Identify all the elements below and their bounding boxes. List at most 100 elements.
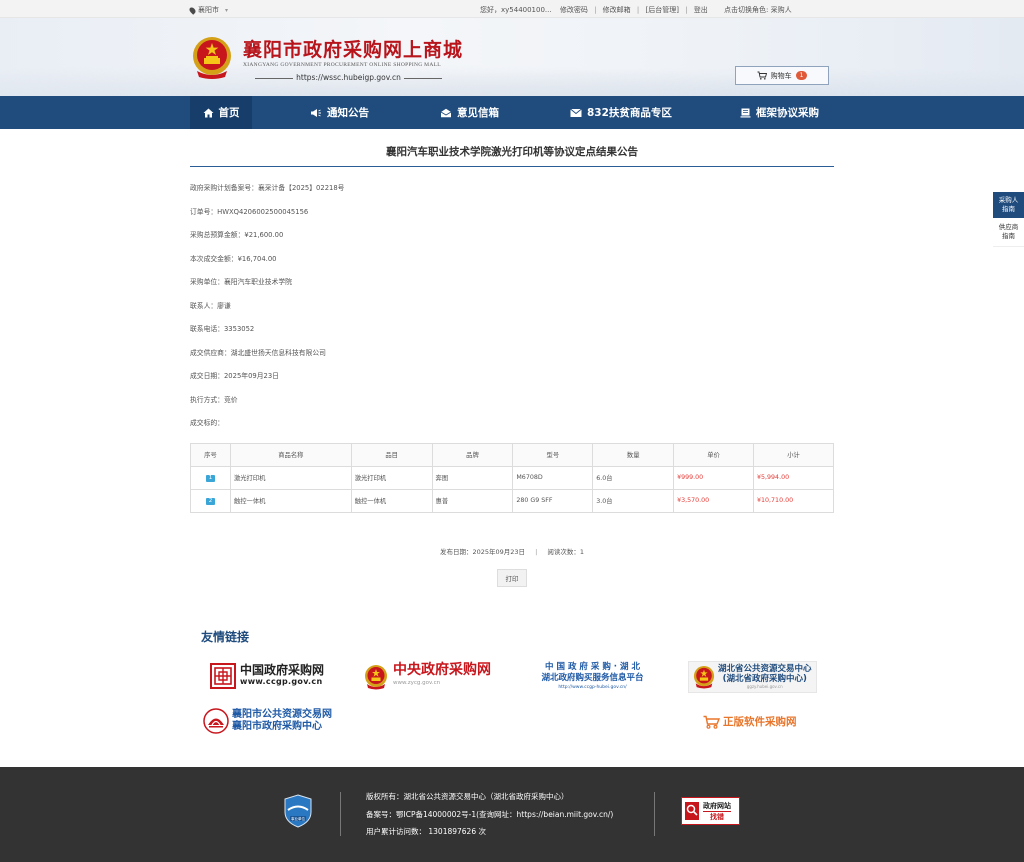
- link-xiangyang[interactable]: 襄阳市公共资源交易网 襄阳市政府采购中心: [203, 708, 332, 734]
- hbggzy-emblem-icon: [693, 666, 715, 689]
- gov-site-label: 政府网站: [703, 801, 731, 810]
- location-label: 襄阳市: [198, 6, 219, 14]
- table-cell: M6708D: [512, 465, 594, 490]
- hbggzy-line1: 湖北省公共资源交易中心: [718, 664, 812, 674]
- site-url: https://wssc.hubeigp.gov.cn: [243, 73, 454, 82]
- info-method: 执行方式：竞价: [190, 395, 238, 404]
- info-deal-amount: 本次成交金额：¥16,704.00: [190, 254, 277, 263]
- nav-notices[interactable]: 通知公告: [310, 96, 369, 129]
- link-hbggzy[interactable]: 湖北省公共资源交易中心 (湖北省政府采购中心) ggzy.hubei.gov.c…: [688, 661, 817, 693]
- col-header: 型号: [512, 442, 594, 467]
- cart-icon: [757, 71, 767, 80]
- table-cell: ¥3,570.00: [673, 488, 755, 513]
- xiangyang-logo-icon: [203, 708, 229, 734]
- zycg-emblem-icon: [365, 665, 387, 690]
- table-cell: 6.0台: [592, 465, 675, 490]
- location-pin-icon: [188, 5, 197, 15]
- chevron-down-icon: ▾: [225, 6, 229, 14]
- print-button[interactable]: 打印: [497, 569, 527, 587]
- nav-feedback[interactable]: 意见信箱: [440, 96, 499, 129]
- zycg-name: 中央政府采购网: [393, 662, 491, 678]
- info-list: 政府采购计划备案号：襄采计备【2025】02218号 订单号：HWXQ42060…: [190, 182, 834, 441]
- publish-date: 发布日期：2025年09月23日: [439, 548, 526, 556]
- row-index-cell: 2: [190, 488, 231, 513]
- gov-site-sub: 找错: [703, 810, 731, 822]
- buyer-guide-link[interactable]: 采购人 指南: [993, 192, 1024, 218]
- buyer-guide-line2: 指南: [1002, 205, 1015, 213]
- site-title: 襄阳市政府采购网上商城: [243, 39, 464, 61]
- buyer-guide-line1: 采购人: [998, 196, 1019, 204]
- publish-info: 发布日期：2025年09月23日 | 阅读次数：1: [190, 546, 834, 556]
- table-cell: 奔图: [431, 465, 514, 490]
- info-contact: 联系人：廖谦: [190, 301, 231, 310]
- table-header-row: 序号 商品名称 品目 品牌 型号 数量 单价 小计: [190, 442, 834, 467]
- nav-home[interactable]: 首页: [190, 96, 252, 129]
- info-order-no: 订单号：HWXQ4206002500045156: [190, 207, 309, 216]
- greeting: 您好，xy54400100...: [480, 6, 552, 14]
- main-nav: 首页 通知公告 意见信箱 832扶贫商品专区 框架协议采购: [0, 96, 1024, 129]
- top-bar: 襄阳市 ▾ 您好，xy54400100... 修改密码 | 修改邮箱 | [后台…: [0, 0, 1024, 18]
- nav-framework-label: 框架协议采购: [756, 107, 819, 119]
- nav-notices-label: 通知公告: [327, 107, 369, 119]
- footer-info: 版权所有：湖北省公共资源交易中心（湖北省政府采购中心） 备案号：鄂ICP备140…: [366, 788, 613, 841]
- ccgp-hubei-url: http://www.ccgp-hubei.gov.cn/: [558, 685, 627, 690]
- xiangyang-line2: 襄阳市政府采购中心: [232, 721, 322, 732]
- nav-framework[interactable]: 框架协议采购: [740, 96, 819, 129]
- table-cell: 触控一体机: [229, 488, 352, 513]
- cart-count-badge: 1: [795, 71, 808, 80]
- logout-link[interactable]: 登出: [694, 6, 708, 14]
- links-title: 友情链接: [201, 630, 250, 644]
- table-cell: 280 G9 SFF: [512, 488, 594, 513]
- col-header: 品牌: [431, 442, 514, 467]
- national-emblem-icon: [193, 37, 231, 79]
- table-cell: 激光打印机: [350, 465, 433, 490]
- supplier-guide-link[interactable]: 供应商 指南: [993, 218, 1024, 247]
- document-icon: [740, 108, 751, 117]
- announcement-content: 襄阳汽车职业技术学院激光打印机等协议定点结果公告 政府采购计划备案号：襄采计备【…: [190, 129, 834, 587]
- admin-link[interactable]: [后台管理]: [645, 6, 678, 14]
- software-name: 正版软件采购网: [723, 716, 797, 728]
- envelope-icon: [570, 108, 582, 117]
- side-guide: 采购人 指南 供应商 指南: [993, 192, 1024, 247]
- table-cell: ¥5,994.00: [753, 465, 834, 490]
- title-divider: [190, 166, 834, 167]
- ccgp-url: www.ccgp.gov.cn: [240, 677, 323, 686]
- magnifier-icon: [685, 802, 699, 820]
- col-header: 数量: [592, 442, 675, 467]
- read-count: 阅读次数：1: [547, 548, 585, 556]
- ccgp-hubei-line2: 湖北政府购买服务信息平台: [541, 673, 644, 683]
- site-footer: 事业单位 版权所有：湖北省公共资源交易中心（湖北省政府采购中心） 备案号：鄂IC…: [0, 767, 1024, 862]
- ccgp-logo-icon: [210, 663, 236, 689]
- col-header: 小计: [753, 442, 834, 467]
- home-icon: [203, 108, 213, 117]
- mail-open-icon: [440, 108, 452, 117]
- megaphone-icon: [311, 108, 321, 117]
- col-header: 单价: [673, 442, 755, 467]
- info-budget: 采购总预算金额：¥21,600.00: [190, 231, 284, 239]
- table-cell: 激光打印机: [229, 465, 352, 490]
- zycg-url: www.zycg.gov.cn: [393, 680, 441, 686]
- software-cart-icon: [703, 715, 721, 729]
- link-zycg[interactable]: 中央政府采购网 www.zycg.gov.cn: [364, 662, 491, 690]
- gov-badge-icon[interactable]: 事业单位: [284, 794, 312, 828]
- row-index-cell: 1: [190, 465, 231, 490]
- items-table: 序号 商品名称 品目 品牌 型号 数量 单价 小计 1 激光打印机 激光打印机 …: [190, 442, 834, 513]
- gov-site-error-badge[interactable]: 政府网站 找错: [681, 797, 740, 825]
- link-ccgp-hubei[interactable]: 中 国 政 府 采 购 · 湖 北 湖北政府购买服务信息平台 http://ww…: [532, 662, 653, 691]
- link-ccgp[interactable]: 中国政府采购网 www.ccgp.gov.cn: [210, 663, 324, 689]
- table-row: 1 激光打印机 激光打印机 奔图 M6708D 6.0台 ¥999.00 ¥5,…: [190, 465, 834, 490]
- change-email-link[interactable]: 修改邮箱: [603, 6, 631, 14]
- nav-feedback-label: 意见信箱: [457, 107, 499, 119]
- link-software[interactable]: 正版软件采购网: [703, 714, 797, 729]
- change-password-link[interactable]: 修改密码: [560, 6, 588, 14]
- footer-icp[interactable]: 备案号：鄂ICP备14000002号-1(查询网址：https://beian.…: [366, 806, 613, 824]
- table-cell: ¥999.00: [673, 465, 755, 490]
- col-header: 商品名称: [229, 442, 352, 467]
- gov-badge-label: 事业单位: [291, 816, 305, 821]
- cart-button[interactable]: 购物车 1: [735, 66, 829, 85]
- switch-role-link[interactable]: 点击切换角色: 采购人: [724, 6, 792, 14]
- info-items-label: 成交标的：: [190, 419, 224, 427]
- location-selector[interactable]: 襄阳市 ▾: [188, 5, 229, 15]
- site-header: 襄阳市政府采购网上商城 XIANGYANG GOVERNMENT PROCURE…: [0, 18, 1024, 96]
- nav-poverty-zone[interactable]: 832扶贫商品专区: [570, 96, 672, 129]
